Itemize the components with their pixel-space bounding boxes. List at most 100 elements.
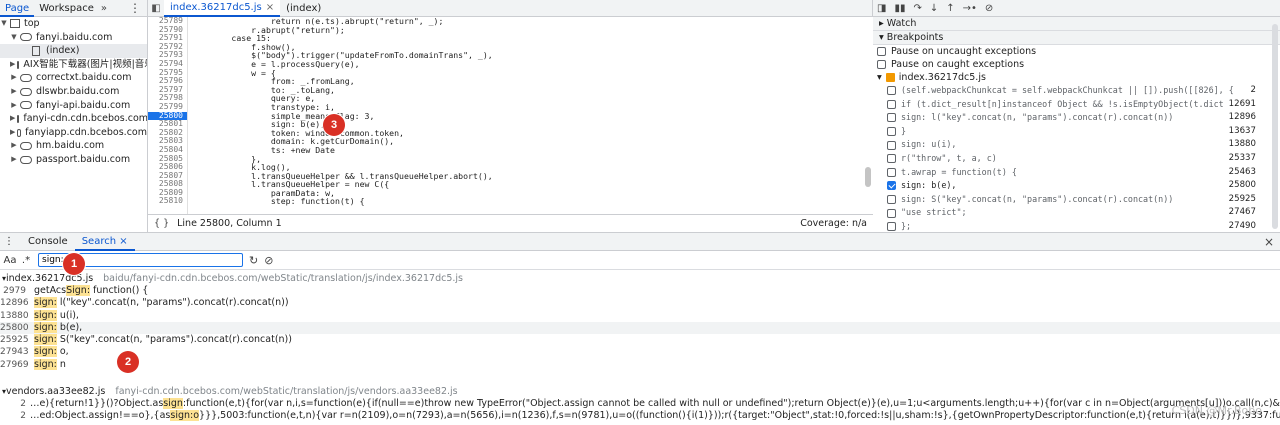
breakpoint-checkbox[interactable] xyxy=(887,127,896,137)
collapse-arrow-icon[interactable]: ▶ xyxy=(10,58,15,72)
search-result-line[interactable]: 27943 sign: o, xyxy=(0,346,1280,358)
refresh-icon[interactable]: ↻ xyxy=(249,254,258,267)
search-result-line[interactable]: 12896 sign: l("key".concat(n, "params").c… xyxy=(0,297,1280,309)
breakpoint-item[interactable]: sign: u(i), 13880 xyxy=(873,138,1280,152)
breakpoint-checkbox[interactable] xyxy=(887,154,896,164)
kebab-menu-icon[interactable]: ⋮ xyxy=(123,1,147,15)
tree-item[interactable]: ▶ dlswbr.baidu.com xyxy=(0,85,147,99)
pretty-print-icon[interactable]: { } xyxy=(154,218,169,229)
step-out-icon[interactable]: ↑ xyxy=(946,3,954,14)
close-drawer-icon[interactable]: × xyxy=(1264,235,1280,249)
breakpoint-item[interactable]: sign: l("key".concat(n, "params").concat… xyxy=(873,111,1280,125)
search-result-line[interactable]: 13880 sign: u(i), xyxy=(0,309,1280,322)
breakpoint-checkbox[interactable] xyxy=(887,181,896,191)
editor-scrollbar[interactable] xyxy=(865,167,871,187)
breakpoint-file-row[interactable]: ▾ index.36217dc5.js xyxy=(873,71,1280,84)
close-tab-icon[interactable]: × xyxy=(119,236,127,247)
breakpoint-checkbox[interactable] xyxy=(887,167,896,177)
more-tabs-icon[interactable]: » xyxy=(99,3,107,14)
tree-item[interactable]: ▶ AIX智能下载器(图片|视频|音乐|文 xyxy=(0,58,147,72)
breakpoint-line: 27467 xyxy=(1228,207,1256,218)
pause-caught-row[interactable]: Pause on caught exceptions xyxy=(873,58,1280,71)
regex-toggle[interactable]: .* xyxy=(18,255,34,266)
editor-tab-index-html[interactable]: (index) xyxy=(280,0,327,17)
watch-section[interactable]: ▸ Watch xyxy=(873,17,1280,31)
breakpoint-checkbox[interactable] xyxy=(887,222,896,232)
breakpoint-checkbox[interactable] xyxy=(887,208,896,218)
pause-uncaught-checkbox[interactable] xyxy=(877,47,886,56)
tab-console[interactable]: Console xyxy=(21,233,75,251)
result-file-header[interactable]: ▾ vendors.aa33ee82.js fanyi-cdn.cdn.bcebo… xyxy=(0,385,1280,398)
match-case-toggle[interactable]: Aa xyxy=(2,255,18,266)
tree-item[interactable]: ▶ fanyi-cdn.cdn.bcebos.com xyxy=(0,112,147,126)
result-line-text: sign: l("key".concat(n, "params").concat… xyxy=(30,297,1280,309)
breakpoint-checkbox[interactable] xyxy=(887,86,896,96)
collapse-arrow-icon[interactable]: ▶ xyxy=(10,85,18,99)
breakpoints-section[interactable]: ▾ Breakpoints xyxy=(873,31,1280,45)
result-match: sign xyxy=(163,398,183,410)
collapse-arrow-icon[interactable]: ▶ xyxy=(10,99,18,113)
toggle-sidebar-icon[interactable]: ◨ xyxy=(877,3,886,14)
tree-item[interactable]: ▶ hm.baidu.com xyxy=(0,139,147,153)
code-lines[interactable]: return n(e.ts).abrupt("return", _); r.ab… xyxy=(192,17,862,206)
result-text-post: l("key".concat(n, "params").concat(r).co… xyxy=(56,297,289,309)
breakpoint-item[interactable]: sign: b(e), 25800 xyxy=(873,179,1280,193)
tree-item[interactable]: (index) xyxy=(0,44,147,58)
result-file-header[interactable]: ▾ index.36217dc5.js baidu/fanyi-cdn.cdn.b… xyxy=(0,272,1280,285)
close-tab-icon[interactable]: × xyxy=(266,0,274,16)
expand-arrow-icon[interactable]: ▼ xyxy=(0,17,8,31)
step-icon[interactable]: →• xyxy=(963,3,977,14)
collapse-arrow-icon[interactable]: ▶ xyxy=(10,126,15,140)
breakpoint-line: 2 xyxy=(1250,85,1256,95)
breakpoint-item[interactable]: r("throw", t, a, c) 25337 xyxy=(873,152,1280,166)
breakpoint-checkbox[interactable] xyxy=(887,140,896,150)
search-result-line[interactable]: 2979 getAcsSign: function() { xyxy=(0,285,1280,297)
breakpoint-item[interactable]: t.awrap = function(t) {25463 xyxy=(873,166,1280,180)
editor-tab-index-js[interactable]: index.36217dc5.js × xyxy=(164,0,281,17)
sidebar-scrollbar[interactable] xyxy=(1272,24,1278,229)
collapse-arrow-icon[interactable]: ▶ xyxy=(10,153,18,167)
clear-icon[interactable]: ⊘ xyxy=(264,254,273,267)
breakpoint-item[interactable]: if (t.dict_result[n]instanceof Object &&… xyxy=(873,98,1280,112)
pause-uncaught-row[interactable]: Pause on uncaught exceptions xyxy=(873,45,1280,58)
breakpoint-item[interactable]: } 13637 xyxy=(873,125,1280,139)
breakpoint-checkbox[interactable] xyxy=(887,99,896,109)
search-result-line[interactable]: 25925 sign: S("key".concat(n, "params").c… xyxy=(0,334,1280,346)
search-result-line[interactable]: 25800 sign: b(e), xyxy=(0,321,1280,335)
line-number[interactable]: 25810 xyxy=(148,197,187,206)
code-area[interactable]: 25789 25790 25791 25792 25793 25794 25795 25796… xyxy=(148,17,873,214)
collapse-arrow-icon[interactable]: ▶ xyxy=(10,139,18,153)
tree-item[interactable]: ▶ correctxt.baidu.com xyxy=(0,71,147,85)
search-result-line[interactable]: 27969 sign: n xyxy=(0,358,1280,371)
tree-item[interactable]: ▼ fanyi.baidu.com xyxy=(0,31,147,45)
drawer-menu-icon[interactable]: ⋮ xyxy=(0,233,21,251)
search-result-line[interactable]: 2 …ed:Object.assign!==o},{assign:o}}},500… xyxy=(0,410,1280,422)
collapse-arrow-icon[interactable]: ▶ xyxy=(10,71,18,85)
breakpoint-item[interactable]: "use strict"; 27467 xyxy=(873,206,1280,220)
result-line-number: 2 xyxy=(20,399,26,410)
resume-icon[interactable]: ▮▮ xyxy=(894,3,905,14)
breakpoint-line: 13880 xyxy=(1228,139,1256,150)
tree-item[interactable]: ▼ top xyxy=(0,17,147,31)
breakpoint-item[interactable]: (self.webpackChunkcat = self.webpackChun… xyxy=(873,84,1280,98)
tab-page[interactable]: Page xyxy=(0,0,35,17)
tree-item[interactable]: ▶ passport.baidu.com xyxy=(0,153,147,167)
tree-item[interactable]: ▶ fanyiapp.cdn.bcebos.com xyxy=(0,126,147,140)
search-result-line[interactable]: 2 …e){return!1}}()?Object.assign:function… xyxy=(0,398,1280,410)
toggle-navigator-icon[interactable]: ◧ xyxy=(148,3,164,14)
annotation-marker-1: 1 xyxy=(63,253,85,275)
breakpoint-checkbox[interactable] xyxy=(887,113,896,123)
breakpoint-checkbox[interactable] xyxy=(887,195,896,205)
pause-caught-checkbox[interactable] xyxy=(877,60,886,69)
collapse-arrow-icon[interactable]: ▶ xyxy=(10,112,15,126)
deactivate-breakpoints-icon[interactable]: ⊘ xyxy=(985,3,993,14)
step-into-icon[interactable]: ↓ xyxy=(930,3,938,14)
expand-arrow-icon[interactable]: ▼ xyxy=(10,31,18,45)
breakpoint-item[interactable]: sign: S("key".concat(n, "params").concat… xyxy=(873,193,1280,207)
tree-item[interactable]: ▶ fanyi-api.baidu.com xyxy=(0,99,147,113)
tab-workspace[interactable]: Workspace xyxy=(34,0,99,17)
line-gutter[interactable]: 25789 25790 25791 25792 25793 25794 25795 25796… xyxy=(148,17,188,214)
cloud-icon xyxy=(20,142,32,151)
tab-search[interactable]: Search × xyxy=(74,233,135,251)
step-over-icon[interactable]: ↷ xyxy=(913,3,921,14)
